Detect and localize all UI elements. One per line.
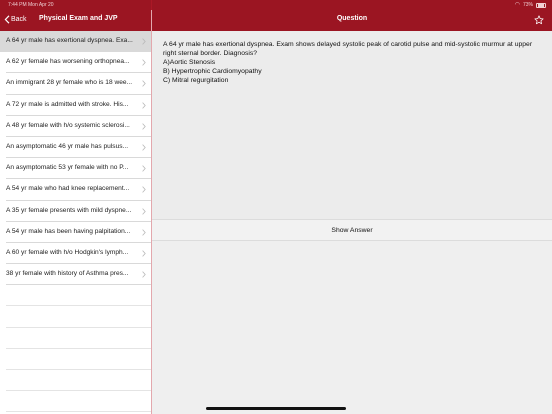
detail-header: Question <box>152 10 552 31</box>
empty-list-row <box>6 370 151 392</box>
status-bar: 7:44 PM Mon Apr 20 ◠ 73% <box>0 0 552 10</box>
home-indicator <box>206 407 346 410</box>
detail-title: Question <box>336 15 368 22</box>
list-item[interactable]: An immigrant 28 yr female who is 18 wee.… <box>6 73 151 95</box>
list-item-label: An asymptomatic 53 yr female with no P..… <box>6 164 129 172</box>
list-item-label: A 54 yr male who had knee replacement... <box>6 185 130 193</box>
list-item-label: An asymptomatic 46 yr male has pulsus... <box>6 142 129 150</box>
answer-panel <box>152 241 552 414</box>
split-divider <box>151 0 152 414</box>
chevron-right-icon <box>142 101 146 109</box>
list-item-label: A 62 yr female has worsening orthopnea..… <box>6 58 130 66</box>
chevron-right-icon <box>142 144 146 151</box>
show-answer-label: Show Answer <box>331 227 373 234</box>
list-item-label: A 60 yr female with h/o Hodgkin's lymph.… <box>6 248 129 256</box>
chevron-right-icon <box>142 271 146 278</box>
list-item[interactable]: A 62 yr female has worsening orthopnea..… <box>6 52 151 74</box>
option-b: B) Hypertrophic Cardiomyopathy <box>163 68 262 75</box>
question-text: A 64 yr male has exertional dyspnea. Exa… <box>163 41 533 57</box>
list-item-label: An immigrant 28 yr female who is 18 wee.… <box>6 79 133 87</box>
empty-list-row <box>6 285 151 307</box>
list-item[interactable]: A 48 yr female with h/o systemic scleros… <box>6 116 151 137</box>
wifi-icon: ◠ <box>514 1 520 8</box>
chevron-right-icon <box>142 186 146 193</box>
chevron-right-icon <box>142 229 146 236</box>
back-chevron-icon <box>4 15 10 24</box>
chevron-right-icon <box>142 59 146 66</box>
back-label: Back <box>11 16 27 23</box>
chevron-right-icon <box>142 123 146 130</box>
chevron-right-icon <box>142 38 146 45</box>
list-item[interactable]: A 54 yr male has been having palpitation… <box>6 222 151 243</box>
list-item-label: A 64 yr male has exertional dyspnea. Exa… <box>6 37 133 44</box>
question-panel: A 64 yr male has exertional dyspnea. Exa… <box>152 31 552 219</box>
chevron-right-icon <box>142 80 146 88</box>
list-item[interactable]: A 54 yr male who had knee replacement... <box>6 179 151 201</box>
chevron-right-icon <box>142 207 146 215</box>
list-header: Back Physical Exam and JVP <box>0 10 151 31</box>
list-item[interactable]: 38 yr female with history of Asthma pres… <box>6 264 151 286</box>
empty-list-row <box>6 349 151 370</box>
list-item[interactable]: A 72 yr male is admitted with stroke. Hi… <box>6 95 151 116</box>
list-item[interactable]: An asymptomatic 46 yr male has pulsus... <box>6 137 151 159</box>
list-item-label: 38 yr female with history of Asthma pres… <box>6 270 129 278</box>
battery-icon <box>536 2 546 8</box>
battery-percent: 73% <box>522 2 533 8</box>
status-time: 7:44 PM Mon Apr 20 <box>8 2 54 8</box>
list-item-label: A 54 yr male has been having palpitation… <box>6 227 131 235</box>
list-item[interactable]: A 64 yr male has exertional dyspnea. Exa… <box>0 31 151 53</box>
list-title: Physical Exam and JVP <box>39 15 118 22</box>
empty-list-row <box>6 306 151 328</box>
star-icon[interactable] <box>534 15 544 25</box>
option-c: C) Mitral regurgitation <box>163 77 229 84</box>
chevron-right-icon <box>142 250 146 257</box>
empty-list-row <box>6 391 151 413</box>
list-item-label: A 35 yr female presents with mild dyspne… <box>6 206 132 214</box>
list-item[interactable]: A 60 yr female with h/o Hodgkin's lymph.… <box>6 243 151 265</box>
question-list: A 64 yr male has exertional dyspnea. Exa… <box>0 31 151 414</box>
show-answer-button[interactable]: Show Answer <box>152 219 552 241</box>
list-item[interactable]: An asymptomatic 53 yr female with no P..… <box>6 158 151 180</box>
chevron-right-icon <box>142 165 146 172</box>
list-item-label: A 72 yr male is admitted with stroke. Hi… <box>6 100 129 108</box>
empty-list-row <box>6 328 151 349</box>
back-button[interactable]: Back <box>4 15 27 24</box>
option-a: A)Aortic Stenosis <box>163 59 216 66</box>
list-item[interactable]: A 35 yr female presents with mild dyspne… <box>6 201 151 222</box>
list-item-label: A 48 yr female with h/o systemic scleros… <box>6 121 130 129</box>
